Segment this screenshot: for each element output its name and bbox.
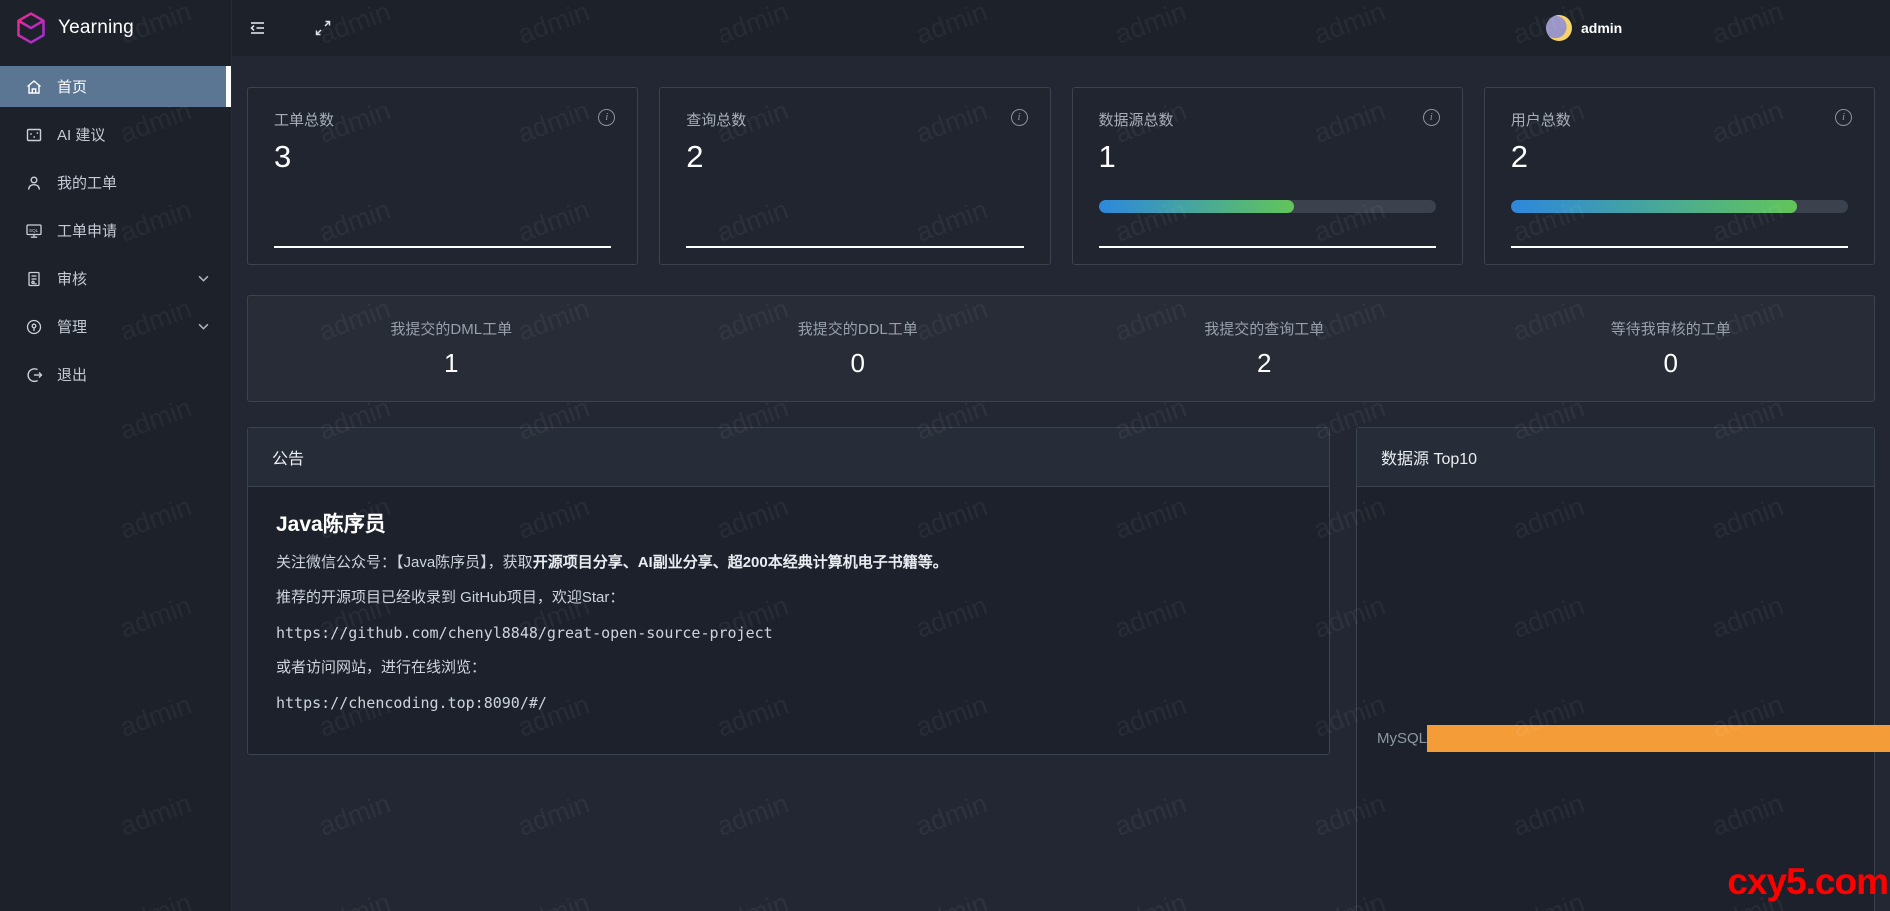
progress-fill (1511, 200, 1798, 213)
my-stat-query: 我提交的查询工单 2 (1061, 318, 1468, 379)
datasource-bar-chart: MySQL (1357, 487, 1874, 911)
announcement-line-3: 或者访问网站，进行在线浏览： (276, 659, 1301, 677)
my-stat-ddl: 我提交的DDL工单 0 (655, 318, 1062, 379)
site-credit: cxy5.com (1727, 861, 1888, 903)
announcement-line-1: 关注微信公众号：【Java陈序员】，获取开源项目分享、AI副业分享、超200本经… (276, 554, 1301, 572)
my-stat-pending-audit: 等待我审核的工单 0 (1468, 318, 1875, 379)
stat-card-queries-total: 查询总数 2 i (659, 87, 1050, 265)
user-icon (25, 174, 43, 192)
sidebar-item-label: 首页 (57, 76, 87, 97)
sidebar-item-label: 管理 (57, 316, 87, 337)
card-value: 2 (1511, 139, 1848, 175)
app-root: Yearning 首页 AI 建议 (0, 0, 1890, 911)
sidebar-item-ai-suggest[interactable]: AI 建议 (0, 114, 231, 155)
progress-bar (1099, 200, 1436, 213)
app-title: Yearning (58, 17, 134, 39)
card-label: 用户总数 (1511, 109, 1848, 130)
chart-bar (1427, 725, 1890, 752)
datasource-panel-header: 数据源 Top10 (1357, 428, 1874, 487)
ai-suggest-icon (25, 126, 43, 144)
sidebar-item-label: 退出 (57, 364, 87, 385)
website-link[interactable]: https://chencoding.top:8090/#/ (276, 694, 1301, 712)
card-label: 查询总数 (686, 109, 1023, 130)
chart-category-label: MySQL (1377, 730, 1419, 747)
stat-card-datasources-total: 数据源总数 1 i (1072, 87, 1463, 265)
github-link[interactable]: https://github.com/chenyl8848/great-open… (276, 624, 1301, 642)
stat-cards-row: 工单总数 3 i 查询总数 2 i 数据源总数 1 i (247, 87, 1875, 265)
info-icon[interactable]: i (1423, 109, 1440, 126)
announcement-body: Java陈序员 关注微信公众号：【Java陈序员】，获取开源项目分享、AI副业分… (248, 487, 1329, 750)
datasource-top10-panel: 数据源 Top10 MySQL (1356, 427, 1875, 911)
card-label: 工单总数 (274, 109, 611, 130)
announcement-panel: 公告 Java陈序员 关注微信公众号：【Java陈序员】，获取开源项目分享、AI… (247, 427, 1330, 755)
stat-card-tickets-total: 工单总数 3 i (247, 87, 638, 265)
chevron-down-icon (198, 323, 209, 330)
announcement-header: 公告 (248, 428, 1329, 487)
chevron-down-icon (198, 275, 209, 282)
dashboard-content: 工单总数 3 i 查询总数 2 i 数据源总数 1 i (232, 56, 1890, 911)
card-divider (686, 246, 1023, 248)
active-indicator (226, 66, 231, 107)
info-icon[interactable]: i (598, 109, 615, 126)
card-divider (274, 246, 611, 248)
card-value: 1 (1099, 139, 1436, 175)
my-stat-dml: 我提交的DML工单 1 (248, 318, 655, 379)
fullscreen-icon[interactable] (313, 18, 333, 38)
sidebar-item-my-tickets[interactable]: 我的工单 (0, 162, 231, 203)
svg-text:SQL: SQL (29, 228, 39, 233)
sidebar: Yearning 首页 AI 建议 (0, 0, 232, 911)
moon-avatar-icon (1546, 15, 1572, 41)
sidebar-item-label: 我的工单 (57, 172, 117, 193)
sql-monitor-icon: SQL (25, 222, 43, 240)
sidebar-item-label: 审核 (57, 268, 87, 289)
user-menu[interactable]: admin (1546, 0, 1622, 56)
menu-fold-icon[interactable] (247, 18, 267, 38)
card-value: 3 (274, 139, 611, 175)
progress-fill (1099, 200, 1295, 213)
card-divider (1511, 246, 1848, 248)
sidebar-menu: 首页 AI 建议 我的工单 (0, 66, 231, 395)
info-icon[interactable]: i (1011, 109, 1028, 126)
announcement-line-2: 推荐的开源项目已经收录到 GitHub项目，欢迎Star： (276, 589, 1301, 607)
sidebar-item-logout[interactable]: 退出 (0, 354, 231, 395)
info-icon[interactable]: i (1835, 109, 1852, 126)
audit-icon (25, 270, 43, 288)
app-logo[interactable]: Yearning (0, 0, 231, 56)
card-label: 数据源总数 (1099, 109, 1436, 130)
topbar: admin (232, 0, 1890, 56)
sidebar-item-home[interactable]: 首页 (0, 66, 231, 107)
sidebar-item-label: AI 建议 (57, 124, 105, 145)
sidebar-item-label: 工单申请 (57, 220, 117, 241)
yearning-logo-icon (14, 11, 48, 45)
sidebar-item-audit[interactable]: 审核 (0, 258, 231, 299)
home-icon (25, 78, 43, 96)
username: admin (1581, 20, 1622, 36)
card-value: 2 (686, 139, 1023, 175)
announcement-title: Java陈序员 (276, 508, 1301, 538)
progress-bar (1511, 200, 1848, 213)
card-divider (1099, 246, 1436, 248)
manage-icon (25, 318, 43, 336)
my-stats-panel: 我提交的DML工单 1 我提交的DDL工单 0 我提交的查询工单 2 等待我审核… (247, 295, 1875, 402)
logout-icon (25, 366, 43, 384)
sidebar-item-manage[interactable]: 管理 (0, 306, 231, 347)
sidebar-item-ticket-apply[interactable]: SQL 工单申请 (0, 210, 231, 251)
stat-card-users-total: 用户总数 2 i (1484, 87, 1875, 265)
